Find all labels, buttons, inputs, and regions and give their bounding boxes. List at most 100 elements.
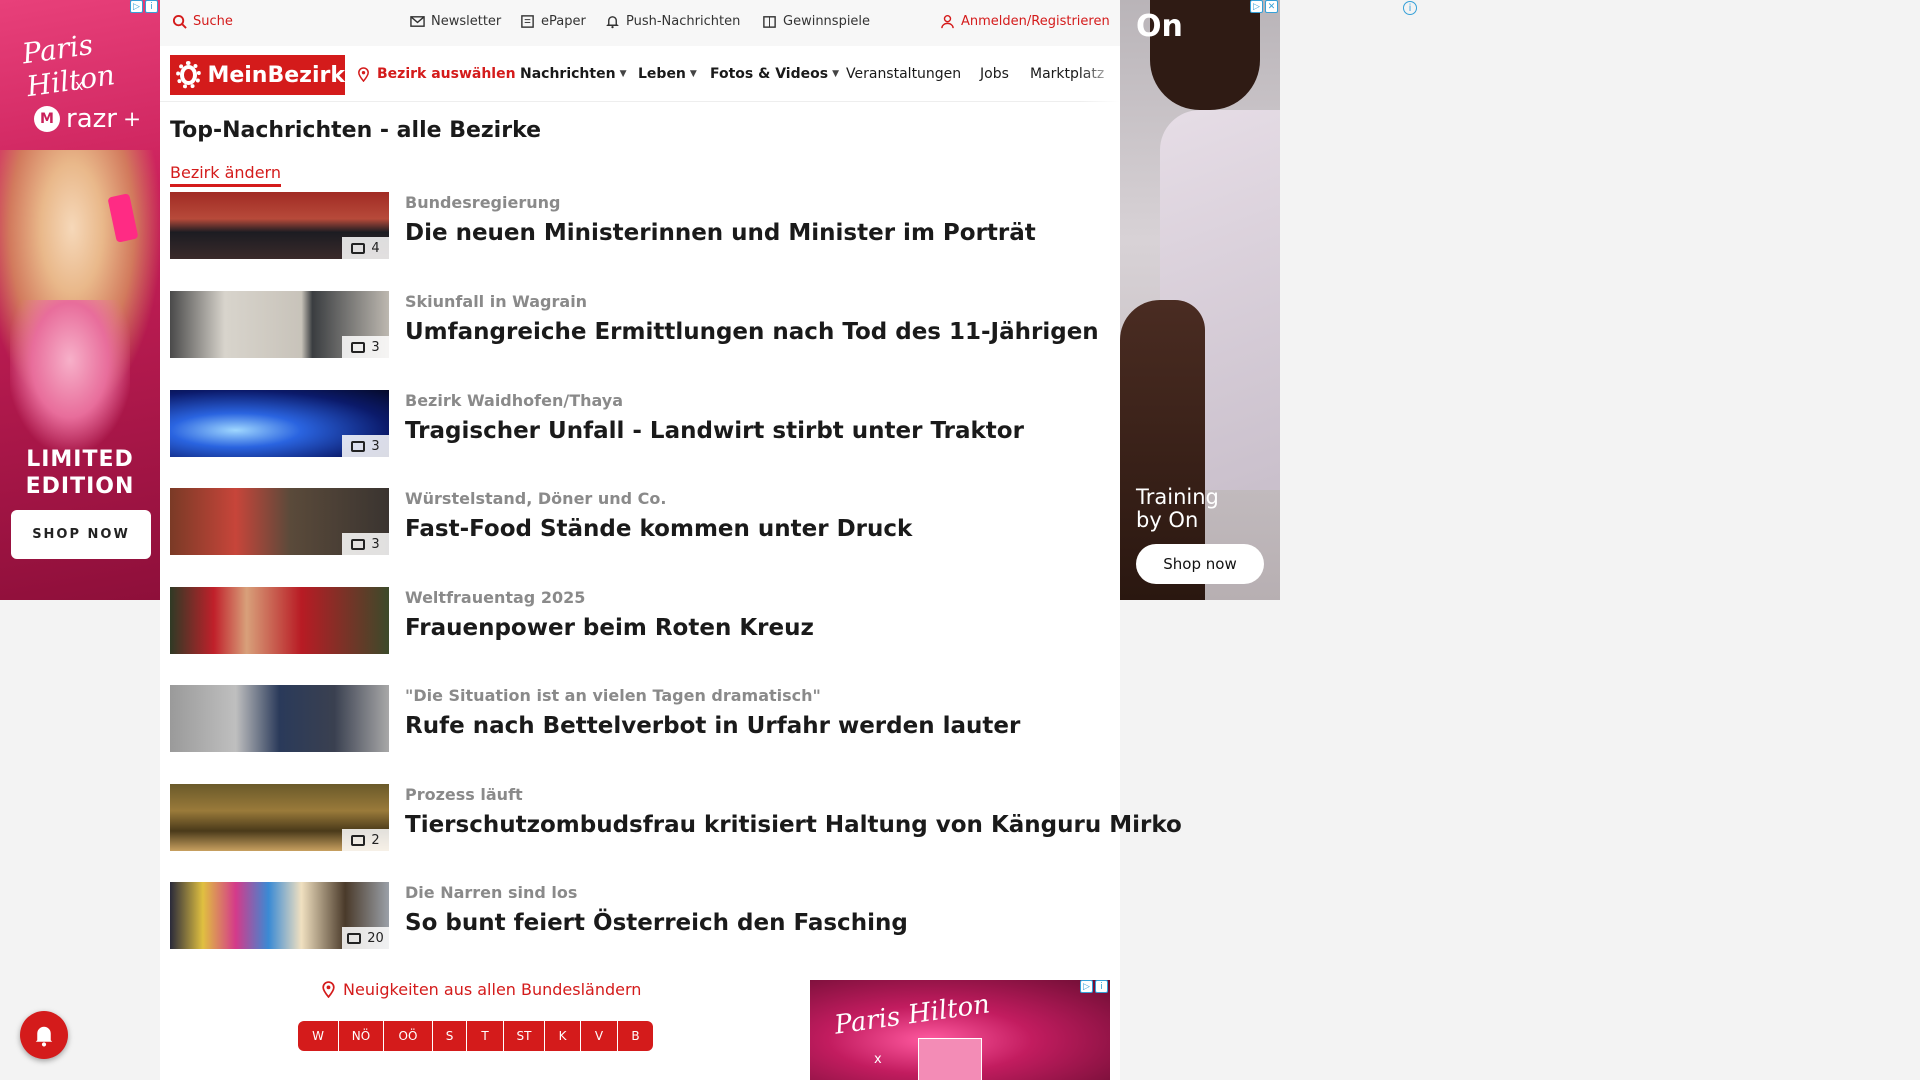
article-thumbnail[interactable]: 3 — [170, 390, 389, 457]
state-button-w[interactable]: W — [298, 1021, 339, 1051]
epaper-link[interactable]: ePaper — [520, 14, 586, 29]
ad-bottom-rectangle[interactable]: Paris Hilton x ▷ i — [810, 980, 1110, 1080]
article-thumbnail[interactable]: 20 — [170, 882, 389, 949]
article-headline[interactable]: Tierschutzombudsfrau kritisiert Haltung … — [405, 812, 1182, 838]
search-link[interactable]: Suche — [172, 14, 233, 29]
photo-count-badge: 4 — [342, 237, 389, 259]
state-button-b[interactable]: B — [618, 1021, 653, 1051]
article-item[interactable]: "Die Situation ist an vielen Tagen drama… — [170, 685, 1110, 753]
state-button-v[interactable]: V — [581, 1021, 618, 1051]
ad-right-skyscraper[interactable]: On Training by On Shop now ▷ ✕ — [1120, 0, 1280, 600]
article-headline[interactable]: Tragischer Unfall - Landwirt stirbt unte… — [405, 418, 1024, 444]
ad-x: x — [874, 1052, 882, 1067]
image-icon — [351, 834, 366, 846]
close-icon[interactable]: ✕ — [1265, 0, 1278, 13]
article-item[interactable]: 3 Skiunfall in Wagrain Umfangreiche Ermi… — [170, 291, 1110, 359]
ad-info-icon[interactable]: i — [1403, 1, 1417, 15]
adchoices-icon[interactable]: ▷ — [1080, 980, 1093, 993]
ad-product-image — [918, 1038, 982, 1080]
article-thumbnail[interactable]: 2 — [170, 784, 389, 851]
chevron-down-icon: ▼ — [619, 69, 627, 79]
ad-headline-line-2: EDITION — [25, 474, 135, 499]
search-label: Suche — [193, 14, 233, 29]
state-button-ooe[interactable]: OÖ — [384, 1021, 433, 1051]
photo-count-badge: 3 — [342, 533, 389, 555]
push-notification-button[interactable] — [20, 1011, 68, 1059]
article-thumbnail[interactable]: 4 — [170, 192, 389, 259]
state-button-noe[interactable]: NÖ — [339, 1021, 384, 1051]
photo-count: 2 — [371, 832, 380, 848]
ad-headline-line-1: LIMITED — [26, 447, 134, 472]
nav-item-leben[interactable]: Leben ▼ — [638, 66, 697, 82]
article-item[interactable]: 3 Bezirk Waidhofen/Thaya Tragischer Unfa… — [170, 390, 1110, 458]
gewinnspiele-link[interactable]: Gewinnspiele — [762, 14, 870, 29]
article-headline[interactable]: So bunt feiert Österreich den Fasching — [405, 910, 908, 936]
state-button-s[interactable]: S — [433, 1021, 467, 1051]
article-thumbnail[interactable]: 3 — [170, 291, 389, 358]
bundeslaender-heading[interactable]: Neuigkeiten aus allen Bundesländern — [320, 980, 641, 999]
gift-icon — [763, 16, 776, 28]
nav-item-jobs[interactable]: Jobs — [980, 66, 1009, 82]
ad-tagline-line-2: by On — [1136, 508, 1199, 532]
ad-shop-now-button[interactable]: Shop now — [1136, 544, 1264, 584]
nav-item-nachrichten[interactable]: Nachrichten ▼ — [520, 66, 626, 82]
article-thumbnail[interactable]: 3 — [170, 488, 389, 555]
location-pin-icon — [358, 66, 369, 82]
article-headline[interactable]: Die neuen Ministerinnen und Minister im … — [405, 220, 1036, 246]
bell-icon — [35, 1026, 53, 1047]
article-thumbnail[interactable] — [170, 685, 389, 752]
article-kicker: Prozess läuft — [405, 785, 523, 804]
ad-shop-now-button[interactable]: SHOP NOW — [11, 510, 151, 559]
main-nav: MeinBezirk Bezirk auswählen Nachrichten ▼… — [160, 46, 1120, 102]
photo-count: 4 — [371, 240, 380, 256]
photo-count-badge: 3 — [342, 435, 389, 457]
article-item[interactable]: 2 Prozess läuft Tierschutzombudsfrau kri… — [170, 784, 1182, 852]
state-button-st[interactable]: ST — [504, 1021, 545, 1051]
article-headline[interactable]: Rufe nach Bettelverbot in Urfahr werden … — [405, 713, 1020, 739]
adchoices-icon[interactable]: ▷ — [130, 0, 143, 13]
ad-choices-badge[interactable]: ▷ i — [1080, 980, 1108, 993]
state-button-k[interactable]: K — [545, 1021, 581, 1051]
article-headline[interactable]: Frauenpower beim Roten Kreuz — [405, 615, 814, 641]
on-logo: On — [1136, 9, 1183, 44]
nav-item-veranstaltungen[interactable]: Veranstaltungen — [846, 66, 961, 82]
logo-sun-icon — [176, 61, 202, 89]
login-label: Anmelden/Registrieren — [961, 14, 1110, 29]
main-column: Suche Newsletter ePaper Push-Nachrichten… — [160, 0, 1182, 1080]
meinbezirk-logo[interactable]: MeinBezirk — [170, 55, 345, 95]
ad-x: x — [75, 78, 84, 94]
login-link[interactable]: Anmelden/Registrieren — [940, 14, 1110, 29]
bezirk-select-button[interactable]: Bezirk auswählen — [356, 66, 516, 82]
ad-choices-badge[interactable]: ▷ i — [130, 0, 158, 13]
page-title: Top-Nachrichten - alle Bezirke — [170, 118, 542, 143]
ad-signature: Paris Hilton — [20, 27, 117, 104]
ad-info-icon[interactable]: i — [145, 0, 158, 13]
article-thumbnail[interactable] — [170, 587, 389, 654]
ad-info-icon[interactable]: i — [1095, 980, 1108, 993]
ad-choices-badge[interactable]: ▷ ✕ — [1250, 0, 1278, 13]
push-link[interactable]: Push-Nachrichten — [605, 14, 740, 29]
photo-count: 3 — [371, 339, 380, 355]
newspaper-icon — [521, 15, 534, 28]
article-headline[interactable]: Umfangreiche Ermittlungen nach Tod des 1… — [405, 319, 1099, 345]
photo-count-badge: 3 — [342, 336, 389, 358]
article-item[interactable]: 4 Bundesregierung Die neuen Ministerinne… — [170, 192, 1110, 260]
adchoices-icon[interactable]: ▷ — [1250, 0, 1263, 13]
article-item[interactable]: 3 Würstelstand, Döner und Co. Fast-Food … — [170, 488, 1110, 556]
logo-text: MeinBezirk — [207, 62, 345, 88]
state-button-t[interactable]: T — [467, 1021, 504, 1051]
image-icon — [351, 440, 366, 452]
article-headline[interactable]: Fast-Food Stände kommen unter Druck — [405, 516, 912, 542]
top-utility-bar: Suche Newsletter ePaper Push-Nachrichten… — [160, 0, 1120, 46]
nav-item-fotos-videos[interactable]: Fotos & Videos ▼ — [710, 66, 839, 82]
ad-dress-image — [10, 300, 130, 450]
ad-left-skyscraper[interactable]: Paris Hilton x M razr + LIMITED EDITION S… — [0, 0, 160, 600]
ad-brand-name: razr — [66, 104, 117, 134]
newsletter-link[interactable]: Newsletter — [410, 14, 501, 29]
change-bezirk-link[interactable]: Bezirk ändern — [170, 163, 281, 187]
photo-count: 3 — [371, 536, 380, 552]
newsletter-label: Newsletter — [431, 14, 502, 29]
article-item[interactable]: Weltfrauentag 2025 Frauenpower beim Rote… — [170, 587, 1110, 655]
chevron-down-icon: ▼ — [832, 69, 839, 79]
article-item[interactable]: 20 Die Narren sind los So bunt feiert Ös… — [170, 882, 1110, 950]
